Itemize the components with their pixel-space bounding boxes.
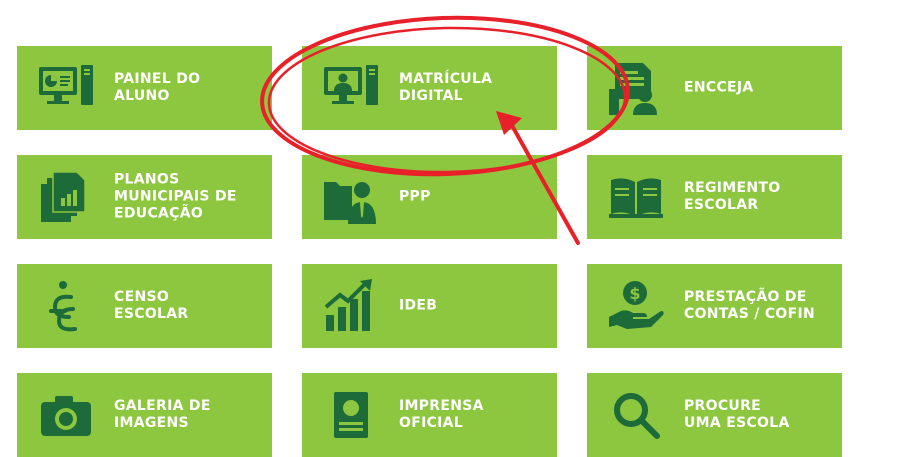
tile-label: IDEB bbox=[399, 297, 438, 314]
tile-procure-uma-escola[interactable]: PROCURE UMA ESCOLA bbox=[587, 373, 842, 457]
tile-label: PROCURE UMA ESCOLA bbox=[684, 398, 790, 431]
tile-label: ENCCEJA bbox=[684, 79, 754, 96]
tile-prestacao-de-contas[interactable]: $ PRESTAÇÃO DE CONTAS / COFIN bbox=[587, 264, 842, 348]
computer-chart-icon bbox=[35, 57, 97, 119]
folder-person-icon bbox=[320, 166, 382, 228]
tile-label: PPP bbox=[399, 188, 431, 205]
tile-encceja[interactable]: ENCCEJA bbox=[587, 46, 842, 130]
bar-chart-arrow-icon bbox=[320, 275, 382, 337]
hand-coin-icon: $ bbox=[605, 275, 667, 337]
tile-label: REGIMENTO ESCOLAR bbox=[684, 180, 781, 213]
magnifier-icon bbox=[605, 384, 667, 446]
tile-label: MATRÍCULA DIGITAL bbox=[399, 71, 493, 104]
tile-label: PAINEL DO ALUNO bbox=[114, 71, 201, 104]
documents-chart-icon bbox=[35, 166, 97, 228]
tile-label: CENSO ESCOLAR bbox=[114, 289, 189, 322]
computer-user-icon bbox=[320, 57, 382, 119]
tile-imprensa-oficial[interactable]: IMPRENSA OFICIAL bbox=[302, 373, 557, 457]
tile-painel-do-aluno[interactable]: PAINEL DO ALUNO bbox=[17, 46, 272, 130]
newspaper-icon bbox=[320, 384, 382, 446]
document-person-icon bbox=[605, 57, 667, 119]
tile-ppp[interactable]: PPP bbox=[302, 155, 557, 239]
tile-galeria-de-imagens[interactable]: GALERIA DE IMAGENS bbox=[17, 373, 272, 457]
tile-ideb[interactable]: IDEB bbox=[302, 264, 557, 348]
tile-label: IMPRENSA OFICIAL bbox=[399, 398, 484, 431]
svg-text:$: $ bbox=[629, 284, 640, 303]
tile-planos-municipais[interactable]: PLANOS MUNICIPAIS DE EDUCAÇÃO bbox=[17, 155, 272, 239]
open-book-icon bbox=[605, 166, 667, 228]
tile-label: PRESTAÇÃO DE CONTAS / COFIN bbox=[684, 289, 815, 322]
census-symbol-icon bbox=[35, 275, 97, 337]
tile-censo-escolar[interactable]: CENSO ESCOLAR bbox=[17, 264, 272, 348]
tile-matricula-digital[interactable]: MATRÍCULA DIGITAL bbox=[302, 46, 557, 130]
tile-label: PLANOS MUNICIPAIS DE EDUCAÇÃO bbox=[114, 171, 237, 222]
tile-regimento-escolar[interactable]: REGIMENTO ESCOLAR bbox=[587, 155, 842, 239]
camera-icon bbox=[35, 384, 97, 446]
services-grid: PAINEL DO ALUNO MATRÍCULA DIGITAL ENCCEJ… bbox=[0, 0, 920, 457]
tile-label: GALERIA DE IMAGENS bbox=[114, 398, 211, 431]
